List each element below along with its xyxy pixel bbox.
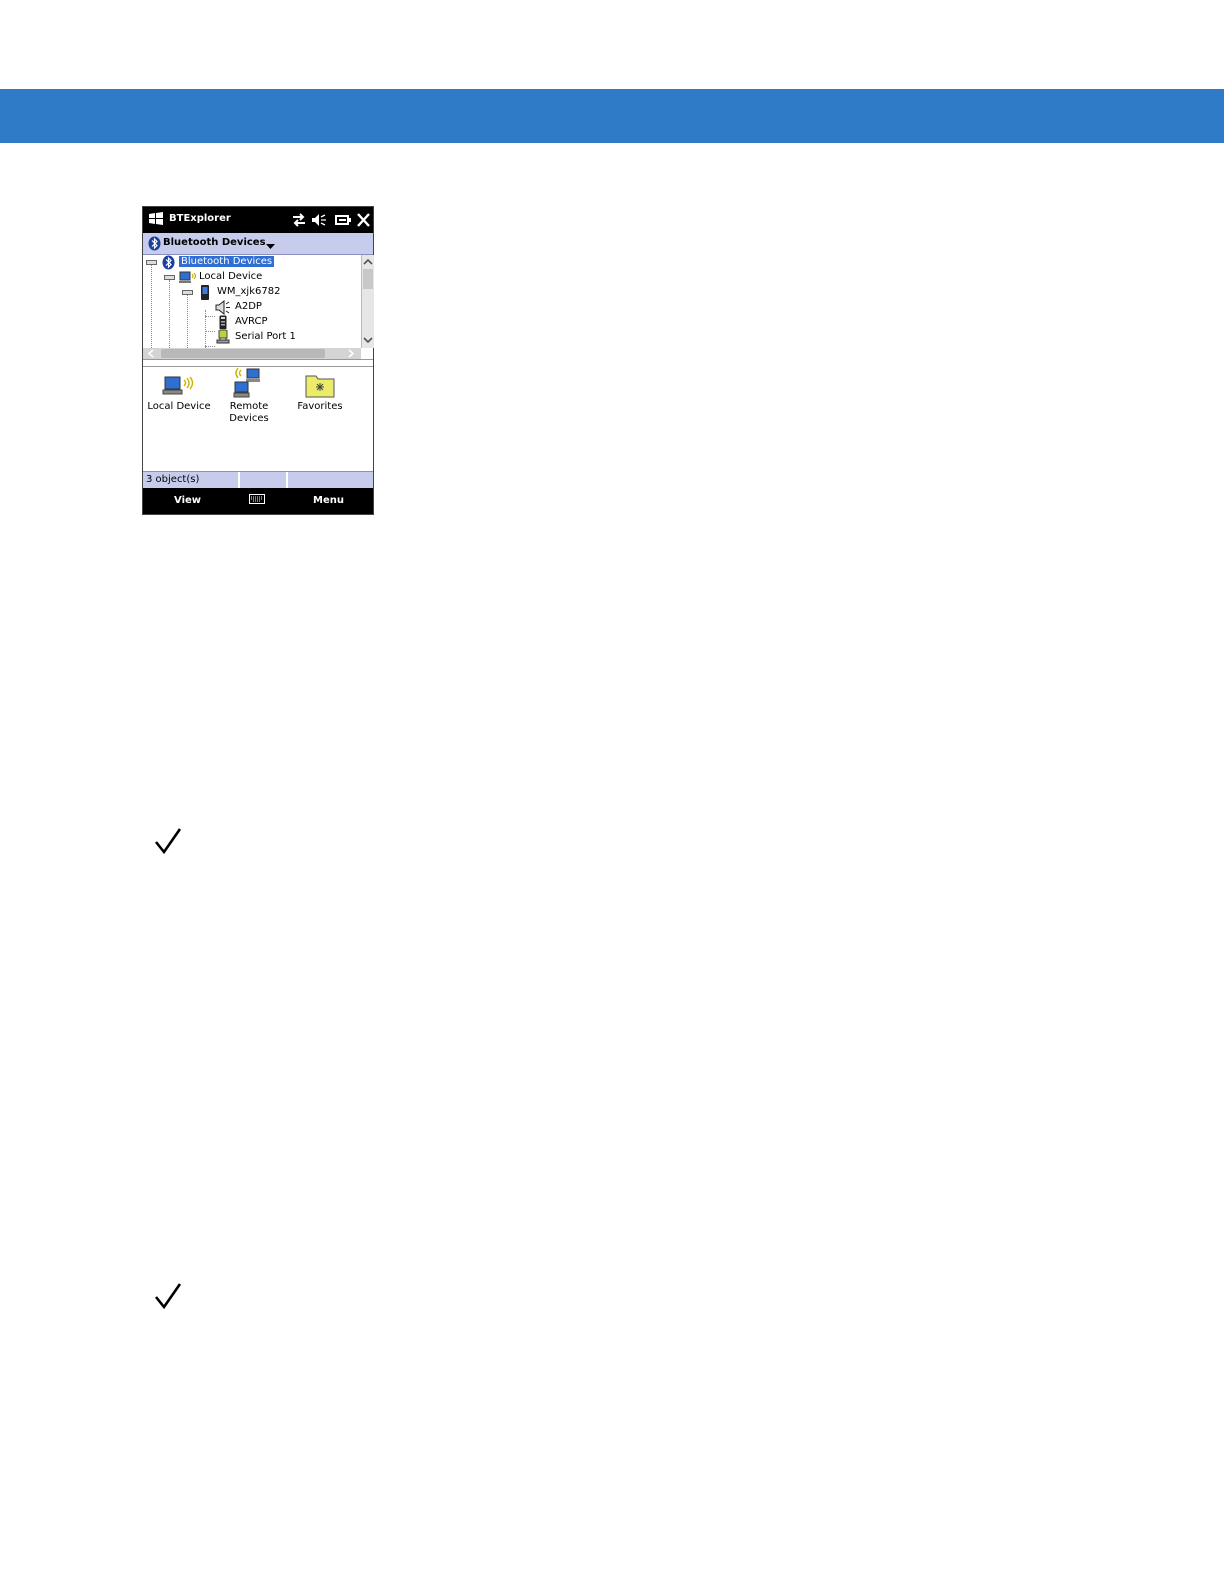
tree-label: AVRCP xyxy=(235,316,268,327)
view-softkey[interactable]: View xyxy=(174,495,201,506)
vertical-scrollbar[interactable] xyxy=(361,255,374,348)
list-item-local-device[interactable]: Local Device xyxy=(144,373,214,413)
nav-dropdown[interactable]: Bluetooth Devices xyxy=(143,233,373,255)
collapse-icon[interactable] xyxy=(164,275,175,280)
close-icon[interactable] xyxy=(357,213,370,230)
horizontal-scrollbar[interactable] xyxy=(143,348,361,359)
tree-item-service[interactable]: AVRCP xyxy=(143,315,361,330)
scroll-down-icon[interactable] xyxy=(363,335,373,345)
connectivity-icon[interactable] xyxy=(291,213,307,230)
tree-item-service[interactable]: Serial Port 1 xyxy=(143,329,361,348)
list-item-remote-devices[interactable]: Remote Devices xyxy=(214,367,284,425)
tree-item-bluetooth-devices[interactable]: Bluetooth Devices xyxy=(143,255,361,270)
header-banner xyxy=(0,89,1224,143)
list-item-label: Favorites xyxy=(297,401,343,412)
nav-label: Bluetooth Devices xyxy=(163,237,266,248)
serial-port-icon xyxy=(216,329,230,348)
bluetooth-icon xyxy=(148,236,161,254)
object-count: 3 object(s) xyxy=(146,474,200,485)
remote-devices-icon xyxy=(233,367,260,398)
scroll-right-icon[interactable] xyxy=(346,349,355,358)
tree-label: A2DP xyxy=(235,301,262,312)
battery-icon[interactable] xyxy=(335,213,352,230)
tree-item-service[interactable]: A2DP xyxy=(143,299,361,316)
list-item-label: Local Device xyxy=(147,401,211,412)
status-cell xyxy=(288,472,372,488)
collapse-icon[interactable] xyxy=(146,260,157,265)
pane-splitter[interactable] xyxy=(143,359,373,367)
title-bar: BTExplorer xyxy=(143,207,373,233)
status-bar: 3 object(s) xyxy=(143,471,373,488)
checkmark-icon xyxy=(154,828,182,855)
scroll-thumb[interactable] xyxy=(161,349,325,358)
keyboard-icon[interactable] xyxy=(249,494,265,507)
tree-label: WM_xjk6782 xyxy=(217,286,281,297)
tree-label: Serial Port 1 xyxy=(235,331,296,342)
tree-view[interactable]: Bluetooth Devices Local Device WM_xjk678… xyxy=(143,255,361,348)
local-device-icon xyxy=(162,376,194,395)
list-view[interactable]: Local Device Remote Devices Favorites xyxy=(143,367,373,470)
chevron-down-icon[interactable] xyxy=(266,241,275,252)
tree-item-local-device[interactable]: Local Device xyxy=(143,270,361,285)
app-title: BTExplorer xyxy=(169,213,231,224)
tree-item-device[interactable]: WM_xjk6782 xyxy=(143,285,361,300)
windows-start-icon[interactable] xyxy=(148,212,164,229)
device-screenshot: BTExplorer Bluetooth Devices Bluetooth D… xyxy=(143,207,374,514)
status-cell: 3 object(s) xyxy=(143,472,240,488)
scroll-thumb[interactable] xyxy=(363,269,373,289)
volume-icon[interactable] xyxy=(311,213,327,230)
scroll-left-icon[interactable] xyxy=(147,349,156,358)
favorites-folder-icon xyxy=(305,375,335,398)
collapse-icon[interactable] xyxy=(182,290,193,295)
menu-softkey[interactable]: Menu xyxy=(313,495,344,506)
tree-label: Local Device xyxy=(199,271,263,282)
checkmark-icon xyxy=(154,1283,182,1310)
list-item-label: Remote Devices xyxy=(229,401,269,424)
scroll-up-icon[interactable] xyxy=(363,257,373,267)
status-cell xyxy=(240,472,288,488)
list-item-favorites[interactable]: Favorites xyxy=(285,372,355,413)
tree-label: Bluetooth Devices xyxy=(179,256,275,267)
softkey-bar: View Menu xyxy=(143,488,373,514)
